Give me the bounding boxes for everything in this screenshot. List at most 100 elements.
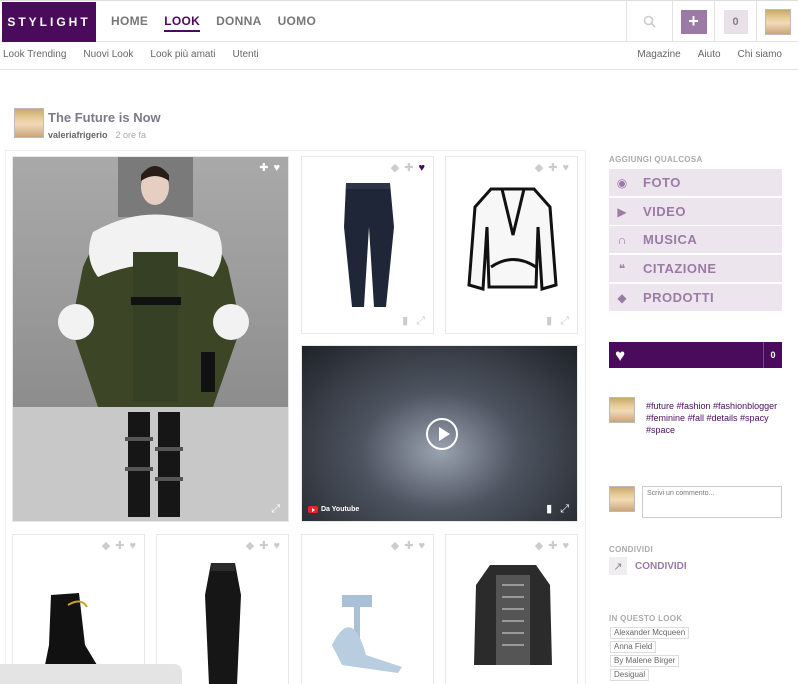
share-button[interactable]: ↗ CONDIVIDI <box>609 557 687 575</box>
hashtags[interactable]: #future #fashion #fashionblogger #femini… <box>646 400 786 436</box>
heart-icon: ♥ <box>615 346 626 365</box>
user-menu[interactable] <box>756 1 798 42</box>
tag-icon[interactable]: ◆ <box>391 541 399 552</box>
nav-home[interactable]: HOME <box>111 14 148 32</box>
top-bar: STYLIGHT HOME LOOK DONNA UOMO + 0 <box>0 0 798 42</box>
author-avatar[interactable] <box>14 108 44 138</box>
add-icon[interactable]: ✚ <box>548 163 557 174</box>
heart-icon[interactable]: ♥ <box>418 163 425 174</box>
quote-icon: ❝ <box>618 261 626 276</box>
brand-list: Alexander Mcqueen Anna Field By Malene B… <box>610 627 690 681</box>
add-icon[interactable]: ✚ <box>404 163 413 174</box>
tag-icon[interactable]: ◆ <box>102 541 110 552</box>
subnav-nuovi-look[interactable]: Nuovi Look <box>83 49 133 60</box>
dress-image <box>205 563 241 684</box>
boot-image <box>43 593 103 675</box>
heart-icon[interactable]: ♥ <box>562 163 569 174</box>
product-tile-jacket[interactable]: ◆ ✚ ♥ ▮ ⤢ <box>445 156 578 334</box>
add-button[interactable]: + <box>680 9 707 34</box>
shoe-image <box>332 595 402 673</box>
add-icon[interactable]: ✚ <box>548 541 557 552</box>
tile-actions: ◆ ✚ ♥ <box>535 163 569 174</box>
expand-icon[interactable]: ⤢ <box>560 316 569 327</box>
add-products-button[interactable]: ◆ PRODOTTI <box>609 284 782 311</box>
notification-cell: 0 <box>714 1 756 42</box>
tile-actions: ✚ ♥ <box>259 163 280 174</box>
add-music-button[interactable]: ∩ MUSICA <box>609 226 782 253</box>
avatar <box>609 486 635 512</box>
share-label: CONDIVIDI <box>635 560 687 572</box>
subnav-look-trending[interactable]: Look Trending <box>3 49 66 60</box>
share-icon: ↗ <box>609 557 627 575</box>
expand-icon[interactable]: ⤢ <box>560 504 569 515</box>
product-tile-lace-jacket[interactable]: ◆ ✚ ♥ <box>445 534 578 684</box>
tag-icon[interactable]: ◆ <box>535 541 543 552</box>
trash-icon[interactable]: ▮ <box>546 504 552 515</box>
nav-uomo[interactable]: UOMO <box>278 14 317 32</box>
heart-icon[interactable]: ♥ <box>273 541 280 552</box>
tile-actions: ◆ ✚ ♥ <box>246 541 280 552</box>
tile-bottom-actions: ▮ ⤢ <box>402 316 425 327</box>
brand-tag[interactable]: By Malene Birger <box>610 655 680 667</box>
add-photo-label: FOTO <box>643 175 681 190</box>
add-music-label: MUSICA <box>643 232 698 247</box>
tag-icon[interactable]: ◆ <box>246 541 254 552</box>
brand-tag[interactable]: Alexander Mcqueen <box>610 627 690 639</box>
add-video-button[interactable]: ▶ VIDEO <box>609 198 782 225</box>
trash-icon[interactable]: ▮ <box>402 316 408 327</box>
nav-donna[interactable]: DONNA <box>216 14 262 32</box>
plus-icon: + <box>688 11 699 31</box>
trash-icon[interactable]: ▮ <box>546 316 552 327</box>
expand-icon[interactable]: ⤢ <box>416 316 425 327</box>
comment-input[interactable] <box>642 486 782 518</box>
play-icon[interactable] <box>426 418 458 450</box>
product-tile-boot[interactable]: ◆ ✚ ♥ <box>12 534 145 684</box>
toolbar-right: + 0 <box>626 1 798 42</box>
tag-icon[interactable]: ◆ <box>535 163 543 174</box>
heart-icon[interactable]: ♥ <box>562 541 569 552</box>
add-icon[interactable]: ✚ <box>115 541 124 552</box>
add-photo-button[interactable]: ◉ FOTO <box>609 169 782 196</box>
youtube-icon <box>308 506 318 513</box>
add-quote-button[interactable]: ❝ CITAZIONE <box>609 255 782 282</box>
heart-icon[interactable]: ♥ <box>129 541 136 552</box>
tile-bottom-actions: ⤢ <box>271 504 280 515</box>
jacket-image <box>467 187 558 291</box>
headphones-icon: ∩ <box>617 232 627 247</box>
heart-icon[interactable]: ♥ <box>418 541 425 552</box>
subnav-look-piu-amati[interactable]: Look più amati <box>150 49 215 60</box>
product-tile-pants[interactable]: ◆ ✚ ♥ ▮ ⤢ <box>301 156 434 334</box>
search-button[interactable] <box>626 1 672 42</box>
add-quote-label: CITAZIONE <box>643 261 717 276</box>
like-button[interactable]: ♥ 0 <box>609 342 782 368</box>
product-tile-dress[interactable]: ◆ ✚ ♥ <box>156 534 289 684</box>
expand-icon[interactable]: ⤢ <box>271 504 280 515</box>
subnav-utenti[interactable]: Utenti <box>232 49 258 60</box>
add-icon[interactable]: ✚ <box>259 541 268 552</box>
tag-icon[interactable]: ◆ <box>391 163 399 174</box>
video-tile[interactable]: Da Youtube ▮ ⤢ <box>301 345 578 522</box>
add-icon[interactable]: ✚ <box>404 541 413 552</box>
subnav-chi-siamo[interactable]: Chi siamo <box>738 49 782 60</box>
heart-icon[interactable]: ♥ <box>273 163 280 174</box>
camera-icon: ◉ <box>616 175 628 190</box>
product-tile-shoe[interactable]: ◆ ✚ ♥ <box>301 534 434 684</box>
notification-count[interactable]: 0 <box>723 9 748 34</box>
runway-photo-tile[interactable]: ✚ ♥ ⤢ <box>12 156 289 522</box>
subnav-right: Magazine Aiuto Chi siamo <box>637 49 782 60</box>
share-section-title: CONDIVIDI <box>609 545 654 554</box>
author-link[interactable]: valeriafrigerio <box>48 130 108 140</box>
subnav-magazine[interactable]: Magazine <box>637 49 680 60</box>
stylight-logo[interactable]: STYLIGHT <box>2 2 96 42</box>
add-video-label: VIDEO <box>643 204 686 219</box>
author-avatar[interactable] <box>609 397 635 423</box>
subnav-aiuto[interactable]: Aiuto <box>698 49 721 60</box>
video-source: Da Youtube <box>308 506 359 513</box>
avatar <box>764 8 791 35</box>
add-icon[interactable]: ✚ <box>259 163 268 174</box>
brand-tag[interactable]: Anna Field <box>610 641 657 653</box>
brands-section-title: IN QUESTO LOOK <box>609 614 683 623</box>
video-icon: ▶ <box>617 204 627 219</box>
brand-tag[interactable]: Desigual <box>610 669 650 681</box>
nav-look[interactable]: LOOK <box>164 14 201 32</box>
